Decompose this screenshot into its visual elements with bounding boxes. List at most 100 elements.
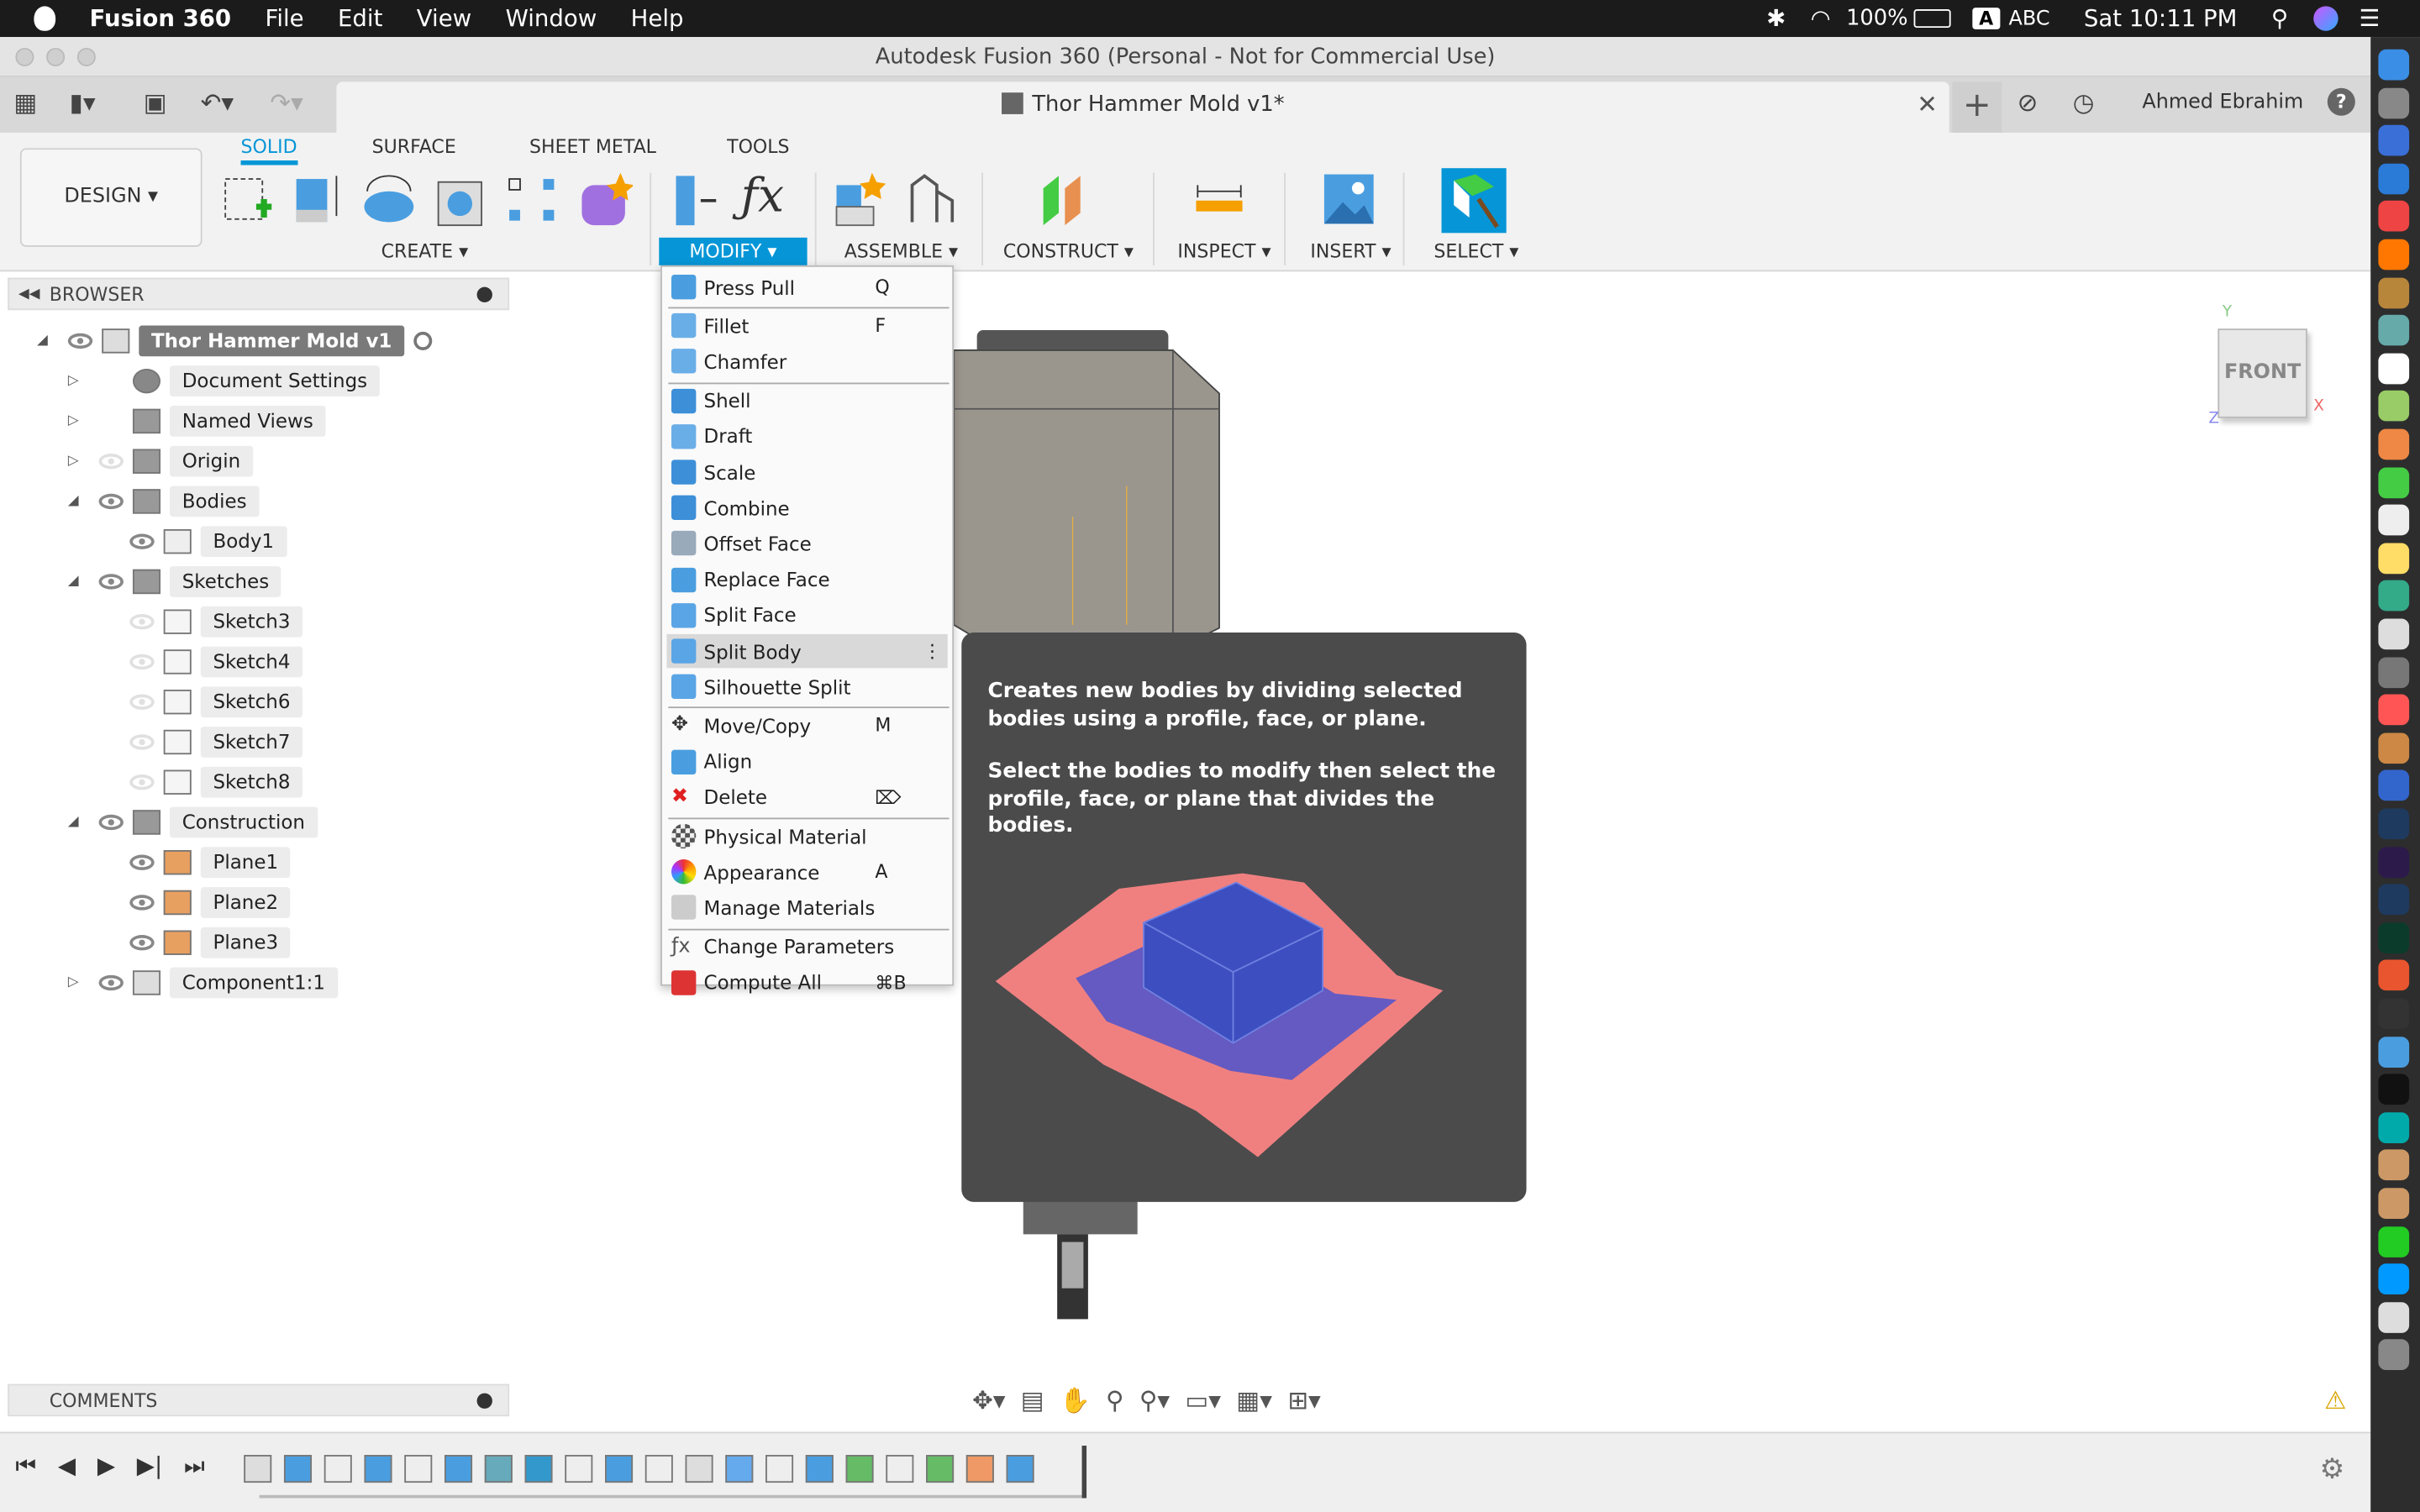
expand-toggle-icon[interactable]: ◢ (68, 807, 79, 838)
fit-icon[interactable]: ⚲▾ (1139, 1385, 1170, 1415)
timeline-feature[interactable] (685, 1455, 713, 1483)
viewports-icon[interactable]: ⊞▾ (1287, 1385, 1320, 1415)
timeline-feature[interactable] (364, 1455, 392, 1483)
timeline-marker[interactable] (1081, 1446, 1087, 1499)
user-name[interactable]: Ahmed Ebrahim (2142, 91, 2303, 114)
orbit-icon[interactable]: ✥▾ (972, 1385, 1005, 1415)
collapse-browser-icon[interactable]: ◀◀ (18, 279, 39, 310)
file-menu-icon[interactable]: ▮▾ (70, 88, 96, 118)
browser-panel-header[interactable]: ◀◀ BROWSER (8, 277, 510, 311)
tab-tools[interactable]: TOOLS (727, 136, 789, 158)
close-window-button[interactable] (15, 47, 34, 66)
tab-solid[interactable]: SOLID (240, 136, 297, 165)
expand-toggle-icon[interactable]: ▷ (68, 446, 79, 477)
menu-item-delete[interactable]: ✖ Delete ⌦ (666, 780, 947, 814)
dock-app-icon[interactable] (2378, 1226, 2410, 1257)
menu-item-move[interactable]: ✥ Move/Copy M (666, 709, 947, 743)
job-status-icon[interactable]: ◷ (2073, 88, 2095, 118)
visibility-eye-icon[interactable] (129, 774, 155, 790)
browser-item[interactable]: Sketch6 (129, 686, 303, 718)
browser-item[interactable]: ◢ Bodies (68, 486, 260, 517)
visibility-eye-icon[interactable] (129, 694, 155, 710)
menu-window[interactable]: Window (506, 5, 597, 33)
visibility-eye-icon[interactable] (129, 734, 155, 750)
menu-item-chamfer[interactable]: Chamfer (666, 344, 947, 378)
app-menu[interactable]: Fusion 360 (90, 5, 232, 33)
select-icon[interactable] (1441, 168, 1507, 234)
menu-help[interactable]: Help (631, 5, 684, 33)
timeline-first-icon[interactable]: ⏮ (15, 1452, 36, 1479)
zoom-icon[interactable]: ⚲ (1106, 1385, 1124, 1415)
browser-item[interactable]: ◢ Thor Hammer Mold v1 (37, 325, 433, 357)
visibility-eye-icon[interactable] (98, 493, 124, 510)
apple-icon[interactable] (34, 6, 56, 31)
activate-radio-icon[interactable] (413, 331, 433, 350)
menu-item-draft[interactable]: Draft (666, 419, 947, 453)
timeline-settings-gear-icon[interactable]: ⚙ (2320, 1453, 2345, 1486)
timeline-feature[interactable] (484, 1455, 513, 1483)
dock-app-icon[interactable] (2378, 276, 2410, 308)
timeline-play-icon[interactable]: ▶ (97, 1452, 115, 1479)
measure-icon[interactable] (1193, 170, 1249, 228)
comments-panel-header[interactable]: COMMENTS (8, 1383, 510, 1417)
visibility-eye-icon[interactable] (98, 814, 124, 831)
visibility-eye-icon[interactable] (129, 614, 155, 630)
tab-sheet-metal[interactable]: SHEET METAL (529, 136, 656, 158)
dock-app-icon[interactable] (2378, 960, 2410, 991)
dock-app-icon[interactable] (2378, 1074, 2410, 1105)
browser-item[interactable]: ▷ Named Views (68, 406, 326, 437)
menu-view[interactable]: View (417, 5, 471, 33)
timeline-previous-icon[interactable]: ◀ (58, 1452, 76, 1479)
browser-item[interactable]: Plane2 (129, 887, 291, 918)
menu-item-split-face[interactable]: Split Face (666, 598, 947, 632)
create-group-menu[interactable]: CREATE ▾ (375, 238, 474, 265)
timeline-feature[interactable] (404, 1455, 433, 1483)
dock-app-icon[interactable] (2378, 998, 2410, 1030)
menu-item-shell[interactable]: Shell (666, 384, 947, 417)
browser-item[interactable]: ◢ Sketches (68, 566, 281, 597)
revolve-icon[interactable] (361, 170, 417, 228)
expand-toggle-icon[interactable]: ▷ (68, 968, 79, 999)
inspect-group-menu[interactable]: INSPECT ▾ (1171, 238, 1277, 265)
timeline-feature[interactable] (845, 1455, 874, 1483)
battery-icon[interactable] (1913, 9, 1952, 29)
dock-app-icon[interactable] (2378, 618, 2410, 650)
expand-toggle-icon[interactable]: ◢ (37, 326, 48, 357)
clock[interactable]: Sat 10:11 PM (2084, 5, 2237, 33)
dock-app-icon[interactable] (2378, 49, 2410, 81)
workspace-switcher[interactable]: DESIGN ▾ (19, 148, 203, 247)
dock-app-icon[interactable] (2378, 466, 2410, 498)
browser-item[interactable]: Sketch4 (129, 646, 303, 678)
select-group-menu[interactable]: SELECT ▾ (1428, 238, 1525, 265)
joint-icon[interactable] (906, 170, 961, 228)
dock-app-icon[interactable] (2378, 315, 2410, 346)
pan-icon[interactable]: ✋ (1060, 1385, 1091, 1415)
timeline-feature[interactable] (244, 1455, 272, 1483)
menu-item-appearance[interactable]: Appearance A (666, 855, 947, 889)
menu-item-press-pull[interactable]: Press Pull Q (666, 270, 947, 303)
dock-app-icon[interactable] (2378, 125, 2410, 156)
timeline-feature[interactable] (644, 1455, 673, 1483)
zoom-window-button[interactable] (76, 47, 96, 66)
display-settings-icon[interactable]: ▭▾ (1186, 1385, 1222, 1415)
browser-item[interactable]: Sketch3 (129, 606, 303, 638)
construct-group-menu[interactable]: CONSTRUCT ▾ (997, 238, 1140, 265)
expand-toggle-icon[interactable]: ▷ (68, 406, 79, 437)
timeline-feature[interactable] (1006, 1455, 1034, 1483)
expand-toggle-icon[interactable]: ◢ (68, 486, 79, 517)
create-form-icon[interactable] (577, 170, 634, 228)
dock-app-icon[interactable] (2378, 921, 2410, 953)
timeline-feature[interactable] (324, 1455, 352, 1483)
browser-item[interactable]: Plane1 (129, 847, 291, 879)
change-parameters-icon[interactable]: ƒx (741, 170, 797, 228)
dock-app-icon[interactable] (2378, 391, 2410, 423)
expand-toggle-icon[interactable]: ▷ (68, 365, 79, 396)
dock-app-icon[interactable] (2378, 770, 2410, 801)
menu-edit[interactable]: Edit (338, 5, 382, 33)
dock-app-icon[interactable] (2378, 1188, 2410, 1220)
browser-item[interactable]: Plane3 (129, 927, 291, 958)
extrude-icon[interactable] (290, 170, 345, 228)
add-comment-icon[interactable] (476, 1393, 492, 1409)
dock-app-icon[interactable] (2378, 1301, 2410, 1333)
timeline-feature[interactable] (886, 1455, 914, 1483)
